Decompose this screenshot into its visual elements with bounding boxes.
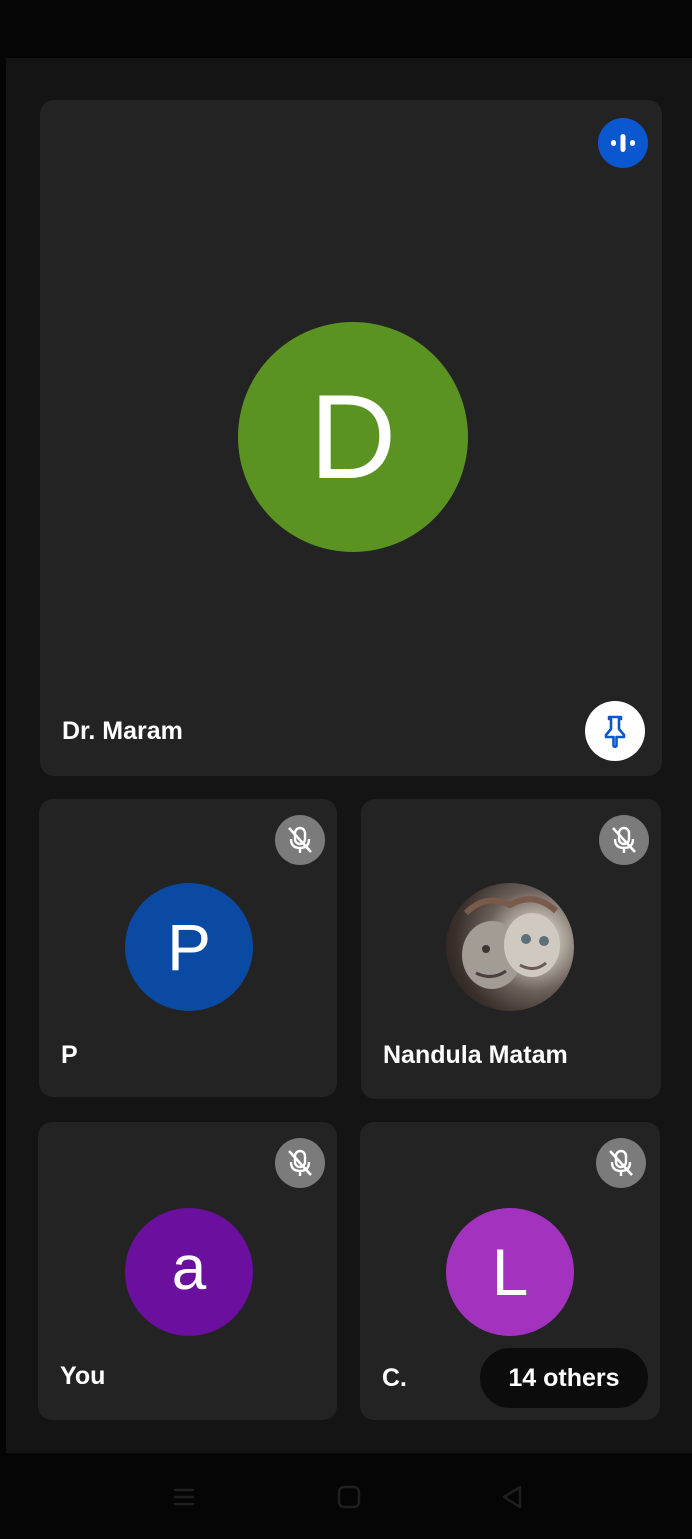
participant-avatar-letter: a — [171, 1233, 207, 1303]
home-icon[interactable] — [331, 1479, 367, 1515]
participant-tile[interactable]: L C. 14 others — [360, 1122, 660, 1420]
menu-icon[interactable] — [166, 1479, 202, 1515]
main-speaker-avatar-letter: D — [309, 370, 397, 504]
back-icon[interactable] — [494, 1479, 530, 1515]
main-speaker-avatar: D — [238, 322, 468, 552]
meeting-screen: D Dr. Maram P P Nandula Matam a You L C.… — [6, 0, 692, 1539]
participant-name: Nandula Matam — [383, 1041, 568, 1069]
participant-name: C. — [382, 1364, 407, 1392]
main-speaker-tile[interactable]: D Dr. Maram — [40, 100, 662, 776]
status-bar — [6, 0, 692, 58]
participant-avatar: P — [125, 883, 253, 1011]
mic-off-icon — [599, 815, 649, 865]
participant-avatar-letter: P — [166, 910, 212, 984]
mic-off-icon — [275, 1138, 325, 1188]
participant-photo-avatar — [446, 883, 574, 1011]
participant-avatar-letter: L — [491, 1235, 529, 1309]
system-navigation-bar — [6, 1453, 692, 1539]
participant-avatar: L — [446, 1208, 574, 1336]
others-count-button[interactable]: 14 others — [480, 1348, 648, 1408]
participant-name: P — [61, 1041, 78, 1069]
participant-name: You — [60, 1362, 106, 1390]
participant-tile[interactable]: P P — [39, 799, 337, 1097]
audio-level-icon — [598, 118, 648, 168]
pin-button[interactable] — [585, 701, 645, 761]
pin-icon — [604, 715, 626, 748]
mic-off-icon — [596, 1138, 646, 1188]
participant-tile[interactable]: Nandula Matam — [361, 799, 661, 1099]
main-speaker-name: Dr. Maram — [62, 717, 183, 745]
mic-off-icon — [275, 815, 325, 865]
participant-tile[interactable]: a You — [38, 1122, 337, 1420]
participant-avatar: a — [125, 1208, 253, 1336]
